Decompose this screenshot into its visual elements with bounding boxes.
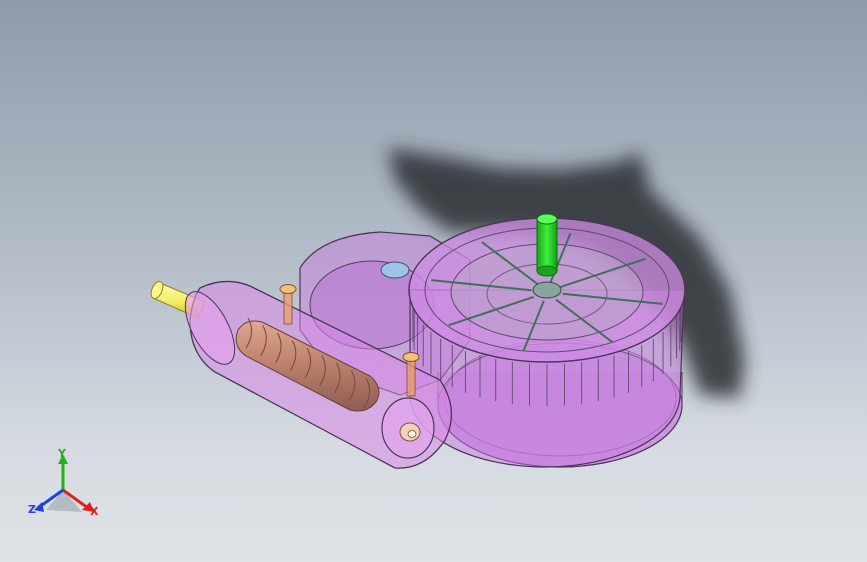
view-orientation-triad[interactable]: Y X Z: [24, 446, 108, 526]
triad-x-label: X: [90, 505, 99, 518]
graphics-viewport[interactable]: Y X Z: [0, 0, 867, 562]
triad-y-label: Y: [58, 447, 66, 460]
gearbox-model-view[interactable]: [0, 0, 867, 562]
worm-end-cap[interactable]: [381, 397, 435, 459]
output-shaft[interactable]: [536, 213, 558, 277]
triad-z-label: Z: [28, 503, 36, 516]
